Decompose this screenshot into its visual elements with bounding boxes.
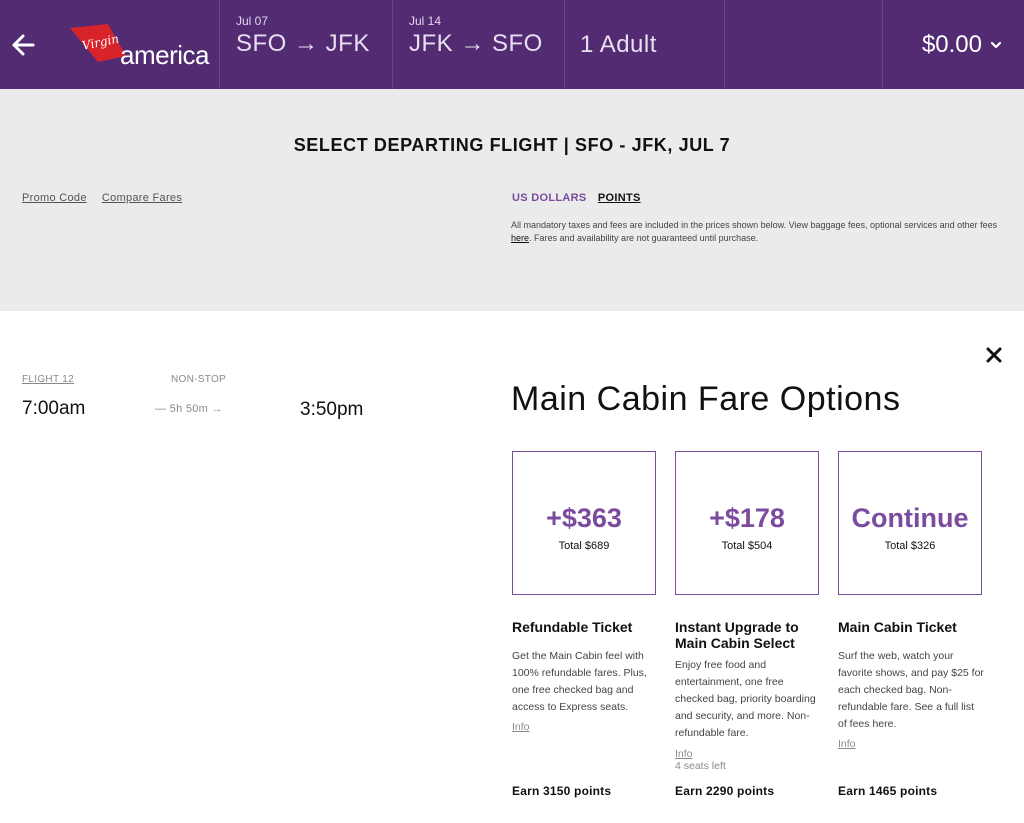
fare-options-title: Main Cabin Fare Options xyxy=(511,380,901,418)
chevron-down-icon xyxy=(990,37,1002,53)
promo-code-link[interactable]: Promo Code xyxy=(22,192,87,204)
fare-total: Total $326 xyxy=(884,540,936,552)
return-trip-tab[interactable]: Jul 14 JFK → SFO xyxy=(393,0,565,89)
seats-left: 4 seats left xyxy=(675,760,726,772)
passenger-count[interactable]: 1 Adult xyxy=(565,0,725,89)
fees-disclaimer: All mandatory taxes and fees are include… xyxy=(511,219,1007,245)
disclaimer-text: All mandatory taxes and fees are include… xyxy=(511,220,998,230)
close-button[interactable] xyxy=(984,345,1004,365)
back-button[interactable] xyxy=(0,0,46,89)
fees-here-link[interactable]: here xyxy=(511,233,529,243)
stops-label: NON-STOP xyxy=(171,374,226,385)
fare-total: Total $689 xyxy=(558,540,610,552)
trip-date: Jul 07 xyxy=(236,14,269,28)
top-bar: Virgin america Jul 07 SFO → JFK Jul 14 J… xyxy=(0,0,1024,89)
close-icon xyxy=(986,347,1002,363)
fare-price: +$178 xyxy=(709,503,785,533)
total-price: $0.00 xyxy=(921,30,982,58)
fare-description: Surf the web, watch your favorite shows,… xyxy=(838,650,984,730)
logo-text: america xyxy=(120,39,209,70)
currency-toggle: US DOLLARS POINTS xyxy=(512,192,641,204)
fare-name: Main Cabin Ticket xyxy=(838,619,957,635)
fare-points-earned: Earn 3150 points xyxy=(512,784,612,798)
fare-points-earned: Earn 2290 points xyxy=(675,784,775,798)
fare-info-link[interactable]: Info xyxy=(675,748,693,760)
outbound-trip-tab[interactable]: Jul 07 SFO → JFK xyxy=(220,0,393,89)
currency-usd-option[interactable]: US DOLLARS xyxy=(512,192,587,204)
header-spacer xyxy=(725,0,883,89)
fare-description: Enjoy free food and entertainment, one f… xyxy=(675,659,816,739)
fare-name: Refundable Ticket xyxy=(512,619,633,635)
fare-info-link[interactable]: Info xyxy=(838,738,856,750)
total-price-dropdown[interactable]: $0.00 xyxy=(883,0,1024,89)
flight-number-link[interactable]: FLIGHT 12 xyxy=(22,374,74,385)
flight-selection-band: SELECT DEPARTING FLIGHT | SFO - JFK, JUL… xyxy=(0,89,1024,311)
fare-links: Promo Code Compare Fares xyxy=(22,192,194,204)
trip-date: Jul 14 xyxy=(409,14,442,28)
currency-points-option[interactable]: POINTS xyxy=(598,192,641,204)
trip-route: SFO → JFK xyxy=(236,30,370,57)
trip-route: JFK → SFO xyxy=(409,30,543,57)
virgin-america-logo[interactable]: Virgin america xyxy=(46,0,220,89)
page-title: SELECT DEPARTING FLIGHT | SFO - JFK, JUL… xyxy=(293,135,731,155)
main-cabin-fare-button[interactable]: Continue Total $326 xyxy=(838,451,982,595)
fare-name: Instant Upgrade to Main Cabin Select xyxy=(675,619,799,651)
fare-points-earned: Earn 1465 points xyxy=(838,784,938,798)
refundable-fare-button[interactable]: +$363 Total $689 xyxy=(512,451,656,595)
arrow-left-icon xyxy=(12,34,35,55)
compare-fares-link[interactable]: Compare Fares xyxy=(102,192,182,204)
fare-price: +$363 xyxy=(546,503,622,533)
disclaimer-text-end: . Fares and availability are not guarant… xyxy=(529,233,759,243)
fare-price: Continue xyxy=(851,503,969,533)
main-cabin-select-fare-button[interactable]: +$178 Total $504 xyxy=(675,451,819,595)
fare-info-link[interactable]: Info xyxy=(512,721,530,733)
departure-time: 7:00am xyxy=(22,398,86,419)
arrival-time: 3:50pm xyxy=(300,399,364,420)
fare-total: Total $504 xyxy=(721,540,773,552)
fare-description: Get the Main Cabin feel with 100% refund… xyxy=(512,650,647,713)
flight-duration: — 5h 50m → xyxy=(155,403,223,415)
